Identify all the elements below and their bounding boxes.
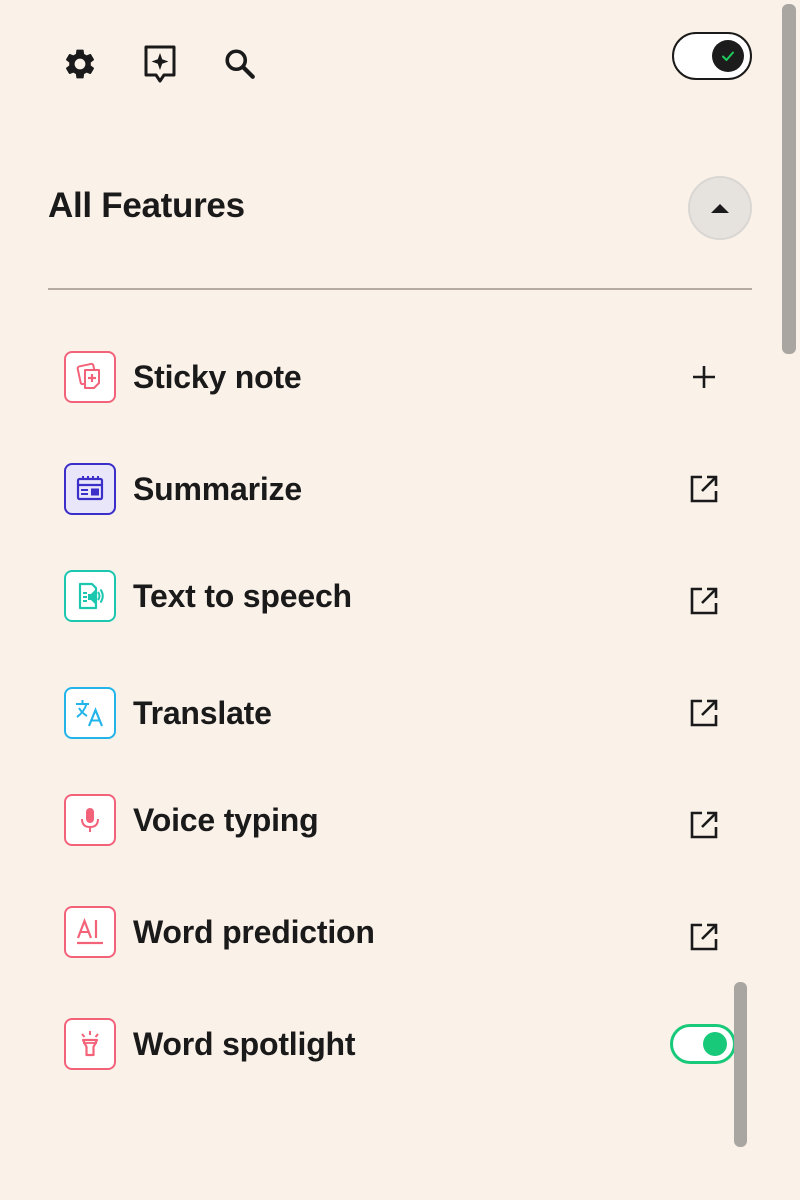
feature-label: Word prediction	[133, 914, 375, 950]
spotlight-icon	[64, 1018, 116, 1070]
gear-icon	[65, 49, 95, 79]
features-panel: All Features Sticky note Summarize Text …	[0, 0, 800, 1200]
search-icon	[225, 49, 255, 79]
text-to-speech-icon	[64, 570, 116, 622]
word-spotlight-toggle[interactable]	[670, 1024, 736, 1064]
section-divider	[48, 288, 752, 290]
feature-label: Translate	[133, 695, 272, 731]
list-scrollbar-thumb[interactable]	[734, 982, 747, 1147]
search-button[interactable]	[216, 40, 264, 88]
feature-label: Word spotlight	[133, 1026, 356, 1062]
external-link-icon	[690, 699, 718, 727]
open-voice-typing-button[interactable]	[680, 801, 728, 849]
feature-label: Voice typing	[133, 802, 319, 838]
microphone-icon	[64, 794, 116, 846]
feature-row-word-spotlight[interactable]: Word spotlight	[0, 1016, 760, 1072]
panel-scrollbar-thumb[interactable]	[782, 4, 796, 354]
toggle-knob	[712, 40, 744, 72]
feature-row-translate[interactable]: Translate	[0, 685, 760, 741]
feature-row-voice-typing[interactable]: Voice typing	[0, 792, 760, 848]
feature-row-sticky-note[interactable]: Sticky note	[0, 349, 760, 405]
check-icon	[722, 51, 734, 61]
collapse-section-button[interactable]	[688, 176, 752, 240]
settings-button[interactable]	[56, 40, 104, 88]
open-word-prediction-button[interactable]	[680, 913, 728, 961]
toggle-knob	[703, 1032, 727, 1056]
feature-row-word-prediction[interactable]: Word prediction	[0, 904, 760, 960]
feature-label: Sticky note	[133, 359, 302, 395]
summarize-icon	[64, 463, 116, 515]
external-link-icon	[690, 475, 718, 503]
feature-row-summarize[interactable]: Summarize	[0, 461, 760, 517]
caret-up-icon	[711, 204, 729, 213]
external-link-icon	[690, 923, 718, 951]
feature-label: Summarize	[133, 471, 302, 507]
external-link-icon	[690, 587, 718, 615]
sparkle-bookmark-icon	[144, 45, 176, 83]
add-sticky-note-button[interactable]	[680, 353, 728, 401]
feature-label: Text to speech	[133, 578, 352, 614]
feature-row-text-to-speech[interactable]: Text to speech	[0, 568, 760, 624]
external-link-icon	[690, 811, 718, 839]
translate-icon	[64, 687, 116, 739]
sticky-note-plus-icon	[64, 351, 116, 403]
open-summarize-button[interactable]	[680, 465, 728, 513]
plus-icon	[693, 366, 715, 388]
master-enable-toggle[interactable]	[672, 32, 752, 80]
ai-assistant-button[interactable]	[136, 40, 184, 88]
open-text-to-speech-button[interactable]	[680, 577, 728, 625]
open-translate-button[interactable]	[680, 689, 728, 737]
section-title: All Features	[48, 186, 245, 225]
word-prediction-icon	[64, 906, 116, 958]
